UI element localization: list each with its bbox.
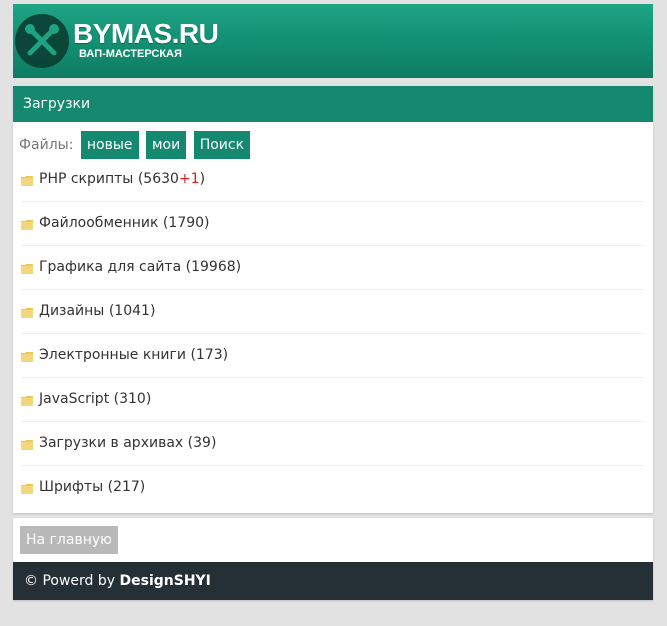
panel-title: Загрузки (13, 86, 653, 122)
category-count: 39 (193, 435, 211, 451)
site-logo-title: BYMAS.RU (73, 18, 219, 49)
category-name: Загрузки в архивах (39, 435, 184, 451)
category-label: Дизайны (1041) (39, 303, 156, 319)
category-label: Загрузки в архивах (39) (39, 435, 217, 451)
home-button[interactable]: На главную (20, 526, 118, 554)
page-wrapper: BYMAS.RU ВАП-МАСТЕРСКАЯ Загрузки Файлы: … (13, 4, 653, 600)
category-item[interactable]: Дизайны (1041) (21, 290, 645, 334)
category-item[interactable]: PHP скрипты (5630+1) (21, 158, 645, 202)
category-label: JavaScript (310) (39, 391, 152, 407)
category-name: Электронные книги (39, 347, 186, 363)
folder-icon (21, 483, 33, 494)
folder-icon (21, 263, 33, 274)
folder-icon (21, 219, 33, 230)
footer-brand-link[interactable]: DesignSHYI (120, 573, 211, 589)
category-list: PHP скрипты (5630+1) Файлообменник (1790)… (13, 158, 653, 513)
category-count: 310 (119, 391, 146, 407)
folder-icon (21, 351, 33, 362)
my-files-button[interactable]: мои (146, 131, 187, 159)
category-count: 1790 (168, 215, 205, 231)
category-item[interactable]: Загрузки в архивах (39) (21, 422, 645, 466)
new-files-button[interactable]: новые (80, 131, 139, 159)
bottom-panel: На главную © Powerd by DesignSHYI (13, 518, 653, 600)
category-label: Шрифты (217) (39, 479, 146, 495)
category-item[interactable]: Файлообменник (1790) (21, 202, 645, 246)
category-name: Дизайны (39, 303, 105, 319)
category-item[interactable]: JavaScript (310) (21, 378, 645, 422)
category-count: 217 (113, 479, 140, 495)
category-count: 5630 (143, 171, 179, 187)
footer-prefix: © Powerd by (24, 573, 120, 589)
category-item[interactable]: Электронные книги (173) (21, 334, 645, 378)
folder-icon (21, 395, 33, 406)
folder-icon (21, 439, 33, 450)
category-item[interactable]: Шрифты (217) (21, 466, 645, 509)
category-label: PHP скрипты (5630+1) (39, 171, 206, 187)
category-label: Электронные книги (173) (39, 347, 229, 363)
category-label: Графика для сайта (19968) (39, 259, 242, 275)
home-row: На главную (13, 518, 653, 562)
category-name: PHP скрипты (39, 171, 134, 187)
site-logo-subtitle: ВАП-МАСТЕРСКАЯ (79, 48, 182, 60)
category-count: 173 (195, 347, 223, 363)
category-name: JavaScript (39, 391, 110, 407)
category-count: 1041 (114, 303, 150, 319)
category-name: Файлообменник (39, 215, 159, 231)
downloads-panel: Загрузки Файлы: новые мои Поиск PHP скри… (13, 86, 653, 513)
category-name: Графика для сайта (39, 259, 182, 275)
files-filter-row: Файлы: новые мои Поиск (13, 122, 653, 159)
site-header[interactable]: BYMAS.RU ВАП-МАСТЕРСКАЯ (13, 4, 653, 78)
footer: © Powerd by DesignSHYI (13, 562, 653, 600)
category-name: Шрифты (39, 479, 104, 495)
category-item[interactable]: Графика для сайта (19968) (21, 246, 645, 290)
folder-icon (21, 307, 33, 318)
files-label: Файлы: (19, 137, 74, 153)
folder-icon (21, 175, 33, 186)
category-count: 19968 (191, 259, 236, 275)
search-button[interactable]: Поиск (193, 131, 251, 159)
category-new-count: +1 (178, 171, 200, 187)
category-label: Файлообменник (1790) (39, 215, 210, 231)
tools-icon (15, 14, 69, 68)
